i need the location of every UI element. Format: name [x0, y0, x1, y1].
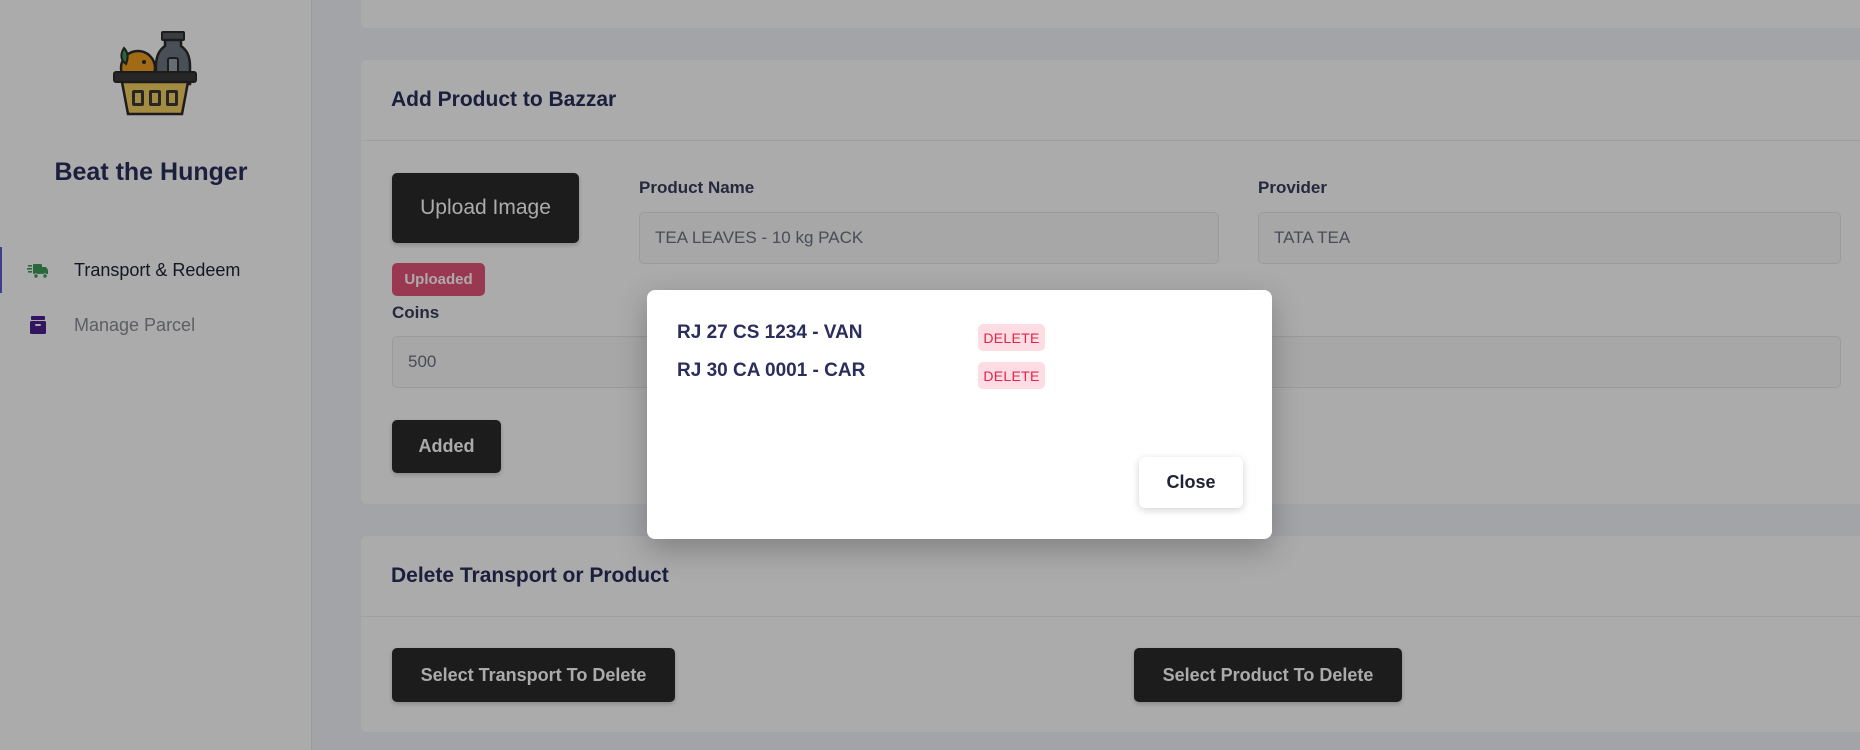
delete-vehicle-button[interactable]: DELETE [978, 362, 1045, 389]
transport-list-modal: RJ 27 CS 1234 - VAN DELETE RJ 30 CA 0001… [647, 290, 1272, 539]
vehicle-item: RJ 27 CS 1234 - VAN [677, 322, 863, 343]
vehicle-item: RJ 30 CA 0001 - CAR [677, 360, 866, 381]
delete-vehicle-button[interactable]: DELETE [978, 324, 1045, 351]
close-button[interactable]: Close [1139, 457, 1243, 508]
